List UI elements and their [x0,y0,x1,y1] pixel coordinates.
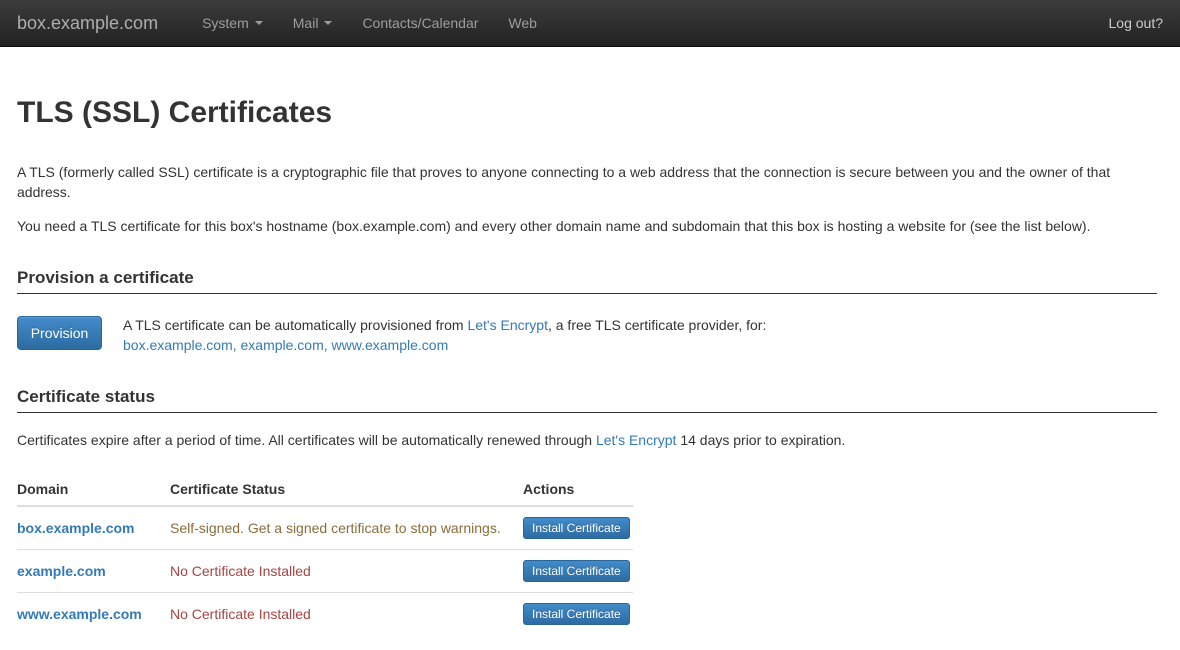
status-text-before: Certificates expire after a period of ti… [17,432,596,448]
nav-item-label: Web [508,15,537,31]
lets-encrypt-link[interactable]: Let's Encrypt [467,317,548,333]
provision-domain-list: box.example.com, example.com, www.exampl… [123,335,766,355]
provision-row: Provision A TLS certificate can be autom… [17,316,1157,355]
domain-link[interactable]: box.example.com [17,520,135,536]
install-certificate-button[interactable]: Install Certificate [523,517,630,539]
install-certificate-button[interactable]: Install Certificate [523,603,630,625]
provision-text-before: A TLS certificate can be automatically p… [123,317,467,333]
nav-item-label: System [202,15,249,31]
certificate-table: Domain Certificate Status Actions box.ex… [17,471,633,635]
column-header-domain: Domain [17,471,170,506]
certificate-status-text: No Certificate Installed [170,606,311,622]
table-row: example.com No Certificate Installed Ins… [17,550,633,593]
status-description: Certificates expire after a period of ti… [17,430,1157,450]
intro-paragraph-2: You need a TLS certificate for this box'… [17,216,1157,236]
nav-item-contacts-calendar[interactable]: Contacts/Calendar [347,0,493,46]
lets-encrypt-link[interactable]: Let's Encrypt [596,432,677,448]
table-header-row: Domain Certificate Status Actions [17,471,633,506]
navbar-brand[interactable]: box.example.com [0,0,173,46]
logout-link[interactable]: Log out? [1109,0,1180,46]
provision-button[interactable]: Provision [17,316,102,350]
table-row: www.example.com No Certificate Installed… [17,593,633,636]
table-row: box.example.com Self-signed. Get a signe… [17,506,633,550]
provision-text-after: , a free TLS certificate provider, for: [548,317,766,333]
certificate-status-text: No Certificate Installed [170,563,311,579]
nav-item-web[interactable]: Web [493,0,552,46]
certificate-status-text: Self-signed. Get a signed certificate to… [170,520,501,536]
nav-item-system[interactable]: System [187,0,278,46]
domain-link[interactable]: example.com [17,563,106,579]
nav-item-label: Contacts/Calendar [362,15,478,31]
caret-down-icon [255,21,263,25]
install-certificate-button[interactable]: Install Certificate [523,560,630,582]
status-text-after: 14 days prior to expiration. [676,432,845,448]
column-header-actions: Actions [523,471,633,506]
page-title: TLS (SSL) Certificates [17,96,1157,130]
provision-section-heading: Provision a certificate [17,266,1157,294]
navbar-menu: System Mail Contacts/Calendar Web [187,0,552,46]
provision-description: A TLS certificate can be automatically p… [123,315,766,355]
provision-domains-links[interactable]: box.example.com, example.com, www.exampl… [123,337,448,353]
column-header-certificate-status: Certificate Status [170,471,523,506]
caret-down-icon [324,21,332,25]
top-navbar: box.example.com System Mail Contacts/Cal… [0,0,1180,47]
intro-paragraph-1: A TLS (formerly called SSL) certificate … [17,162,1157,202]
nav-item-mail[interactable]: Mail [278,0,348,46]
main-content: TLS (SSL) Certificates A TLS (formerly c… [0,96,1180,635]
domain-link[interactable]: www.example.com [17,606,142,622]
status-section-heading: Certificate status [17,385,1157,413]
nav-item-label: Mail [293,15,319,31]
